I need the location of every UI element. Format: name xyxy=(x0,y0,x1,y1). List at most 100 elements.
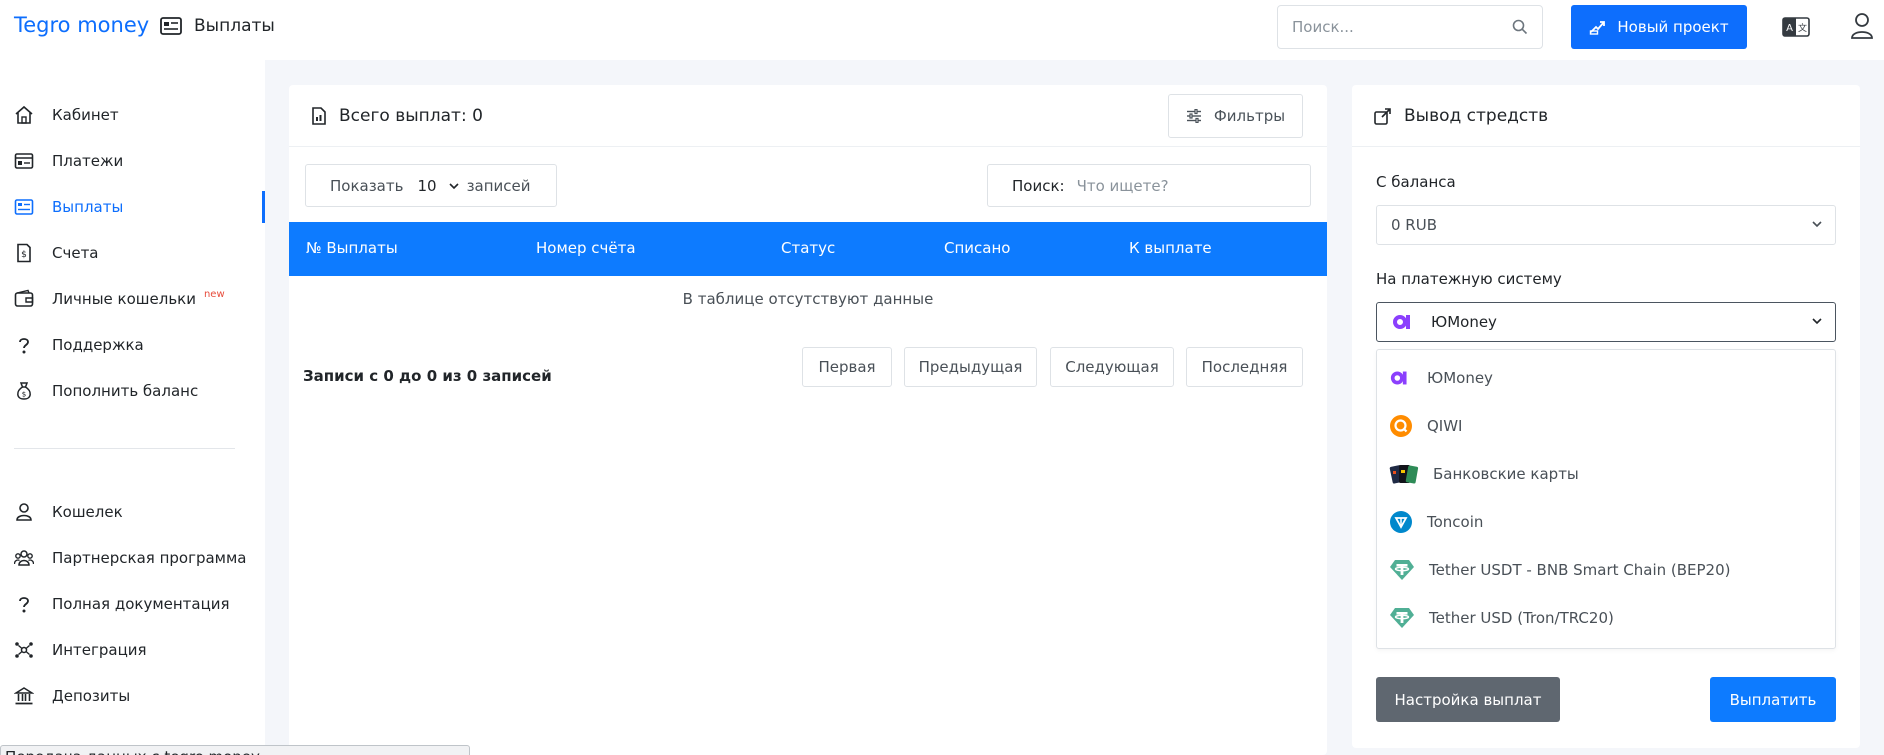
chevron-down-icon xyxy=(1812,318,1822,325)
table-search-input[interactable] xyxy=(1076,176,1257,195)
sidebar-item-label: Поддержка xyxy=(52,336,144,354)
translate-icon[interactable]: A文 xyxy=(1782,16,1810,38)
pager-last-button[interactable]: Последняя xyxy=(1186,347,1303,387)
sidebar-item-integration[interactable]: Интеграция xyxy=(0,627,265,673)
page-length-value: 10 xyxy=(417,176,437,195)
payouts-icon xyxy=(160,17,182,35)
pager-prev-button[interactable]: Предыдущая xyxy=(904,347,1037,387)
document-icon xyxy=(312,106,326,125)
sidebar-item-topup[interactable]: $ Пополнить баланс xyxy=(0,368,265,414)
brand-logo[interactable]: Tegro money xyxy=(14,13,149,37)
option-toncoin[interactable]: Toncoin xyxy=(1389,510,1483,534)
column-header-debited[interactable]: Списано xyxy=(944,239,1010,257)
pager-next-button[interactable]: Следующая xyxy=(1050,347,1174,387)
docs-icon xyxy=(19,597,29,613)
filters-button[interactable]: Фильтры xyxy=(1168,94,1303,138)
sidebar-item-docs[interactable]: Полная документация xyxy=(0,581,265,627)
option-label: Toncoin xyxy=(1427,513,1484,531)
withdraw-card-header: Вывод стредств xyxy=(1352,85,1860,147)
pager-first-button[interactable]: Первая xyxy=(802,347,892,387)
option-bank-cards[interactable]: Банковские карты xyxy=(1389,462,1579,486)
filters-label: Фильтры xyxy=(1213,107,1286,125)
yoomoney-icon xyxy=(1390,371,1407,385)
option-tether-trc20[interactable]: Tether USD (Tron/TRC20) xyxy=(1389,606,1614,630)
svg-text:A: A xyxy=(1786,23,1793,34)
sidebar-item-partners[interactable]: Партнерская программа xyxy=(0,535,265,581)
share-icon xyxy=(1374,107,1391,125)
sidebar-item-payments[interactable]: Платежи xyxy=(0,138,265,184)
payouts-icon xyxy=(14,199,34,215)
home-icon xyxy=(15,105,33,124)
sidebar-item-wallets[interactable]: Личные кошельки new xyxy=(0,276,265,322)
records-label: записей xyxy=(466,176,531,195)
svg-text:文: 文 xyxy=(1798,22,1807,34)
invoice-icon: $ xyxy=(17,243,31,263)
sidebar-divider xyxy=(14,448,235,449)
sidebar-item-label: Пополнить баланс xyxy=(52,382,199,400)
withdraw-title: Вывод стредств xyxy=(1404,105,1549,126)
option-label: Tether USD (Tron/TRC20) xyxy=(1429,609,1614,627)
sliders-icon xyxy=(1186,109,1201,123)
yoomoney-icon xyxy=(1393,315,1410,329)
pay-button[interactable]: Выплатить xyxy=(1710,677,1836,722)
option-label: ЮMoney xyxy=(1427,369,1493,387)
column-header-payout-number[interactable]: № Выплаты xyxy=(306,239,398,257)
table-info: Записи с 0 до 0 из 0 записей xyxy=(303,367,552,385)
top-search-input[interactable] xyxy=(1292,18,1512,36)
payment-system-label: На платежную систему xyxy=(1376,270,1562,288)
sidebar-item-label: Депозиты xyxy=(52,687,131,705)
page-header: Выплаты xyxy=(160,16,275,36)
bank-icon xyxy=(14,687,34,705)
table-search-label: Поиск: xyxy=(1012,176,1065,195)
table-empty-row: В таблице отсутствуют данные xyxy=(682,290,934,308)
sidebar-item-deposits[interactable]: Депозиты xyxy=(0,673,265,719)
payments-icon xyxy=(14,153,34,169)
user-profile-icon[interactable] xyxy=(1850,12,1874,40)
option-label: QIWI xyxy=(1427,417,1463,435)
browser-status-bar: Передача данных с tegro.money... xyxy=(0,745,470,755)
page-length-select[interactable]: 10 xyxy=(417,176,459,195)
balance-select[interactable]: 0 RUB xyxy=(1376,205,1836,245)
svg-text:$: $ xyxy=(21,250,27,260)
payouts-card: Всего выплат: 0 Фильтры Показать 10 запи… xyxy=(289,85,1327,755)
top-search[interactable] xyxy=(1277,5,1543,49)
svg-text:$: $ xyxy=(22,391,26,399)
sidebar-item-invoices[interactable]: $ Счета xyxy=(0,230,265,276)
sidebar-item-payouts[interactable]: Выплаты xyxy=(0,184,265,230)
sidebar-item-label: Кабинет xyxy=(52,106,119,124)
table-header: № Выплаты Номер счёта Статус Списано К в… xyxy=(289,222,1327,276)
money-bag-icon: $ xyxy=(17,382,31,400)
sidebar-item-label: Счета xyxy=(52,244,99,262)
option-yoomoney[interactable]: ЮMoney xyxy=(1389,366,1493,390)
new-badge: new xyxy=(203,288,225,300)
sidebar-item-label: Интеграция xyxy=(52,641,147,659)
chevron-down-icon xyxy=(448,182,459,189)
top-bar: Tegro money Выплаты Новый проект A文 xyxy=(0,0,1884,55)
sidebar-item-label: Платежи xyxy=(52,152,124,170)
column-header-status[interactable]: Статус xyxy=(781,239,835,257)
page-length-control: Показать 10 записей xyxy=(305,164,557,207)
column-header-account-number[interactable]: Номер счёта xyxy=(536,239,636,257)
sidebar-item-cabinet[interactable]: Кабинет xyxy=(0,92,265,138)
payouts-total: Всего выплат: 0 xyxy=(339,105,483,126)
new-project-button[interactable]: Новый проект xyxy=(1571,5,1747,49)
option-label: Tether USDT - BNB Smart Chain (BEP20) xyxy=(1429,561,1731,579)
table-search: Поиск: xyxy=(987,164,1311,207)
tether-icon xyxy=(1390,560,1414,580)
sidebar-item-label: Кошелек xyxy=(52,503,123,521)
sidebar-item-wallet[interactable]: Кошелек xyxy=(0,489,265,535)
integration-icon xyxy=(15,642,33,658)
from-balance-label: С баланса xyxy=(1376,173,1456,191)
search-icon[interactable] xyxy=(1512,19,1528,35)
withdraw-card: Вывод стредств С баланса 0 RUB На платеж… xyxy=(1352,85,1860,748)
payment-system-select[interactable]: ЮMoney xyxy=(1376,302,1836,342)
column-header-to-pay[interactable]: К выплате xyxy=(1129,239,1212,257)
option-tether-bep20[interactable]: Tether USDT - BNB Smart Chain (BEP20) xyxy=(1389,558,1731,582)
option-qiwi[interactable]: QIWI xyxy=(1389,414,1463,438)
user-icon xyxy=(16,503,32,521)
payout-settings-button[interactable]: Настройка выплат xyxy=(1376,677,1560,722)
new-project-icon xyxy=(1590,21,1606,35)
option-label: Банковские карты xyxy=(1433,465,1579,483)
sidebar-item-support[interactable]: Поддержка xyxy=(0,322,265,368)
users-icon xyxy=(14,550,34,566)
